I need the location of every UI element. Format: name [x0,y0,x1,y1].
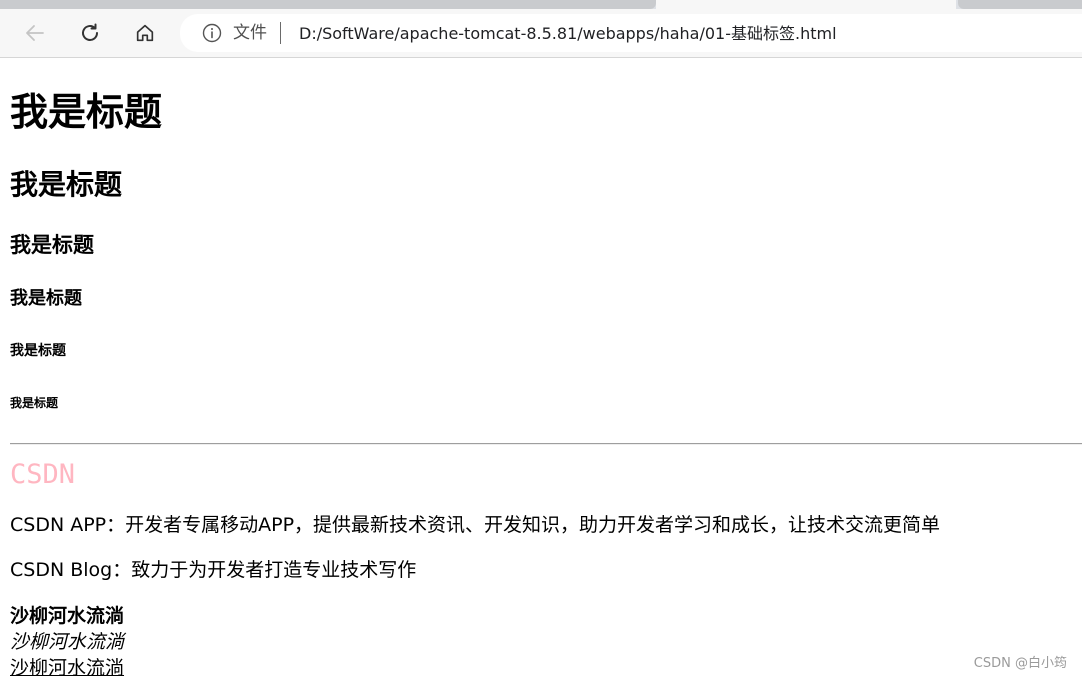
url-text[interactable]: D:/SoftWare/apache-tomcat-8.5.81/webapps… [299,24,837,44]
tab-inactive-right[interactable] [958,0,1082,9]
watermark: CSDN @白小筠 [973,656,1067,671]
tab-active[interactable] [656,0,956,9]
tab-strip [0,0,1082,9]
address-separator [280,22,281,44]
arrow-left-icon [26,25,44,41]
heading-2: 我是标题 [10,168,123,201]
bold-text: 沙柳河水流淌 [10,605,125,627]
csdn-title: CSDN [10,459,76,490]
file-scheme-label: 文件 [233,23,267,43]
heading-5: 我是标题 [10,343,66,359]
horizontal-rule [10,443,1082,445]
info-icon[interactable] [202,23,222,43]
paragraph-csdn-app: CSDN APP：开发者专属移动APP，提供最新技术资讯、开发知识，助力开发者学… [10,514,941,536]
home-button[interactable] [129,17,161,49]
heading-1: 我是标题 [10,90,163,134]
page-content: 我是标题 我是标题 我是标题 我是标题 我是标题 我是标题 CSDN CSDN … [0,58,1082,681]
paragraph-csdn-blog: CSDN Blog：致力于为开发者打造专业技术写作 [10,559,417,581]
heading-3: 我是标题 [10,233,94,257]
underline-text: 沙柳河水流淌 [10,657,125,679]
address-bar[interactable]: 文件 D:/SoftWare/apache-tomcat-8.5.81/weba… [180,14,1082,52]
browser-toolbar: 文件 D:/SoftWare/apache-tomcat-8.5.81/weba… [0,9,1082,58]
home-icon [136,24,154,42]
heading-4: 我是标题 [10,288,82,309]
tab-inactive-left[interactable] [0,0,656,9]
reload-icon [82,23,98,41]
italic-text: 沙柳河水流淌 [10,631,125,653]
heading-6: 我是标题 [10,396,59,410]
back-button[interactable] [19,17,51,49]
reload-button[interactable] [74,17,106,49]
